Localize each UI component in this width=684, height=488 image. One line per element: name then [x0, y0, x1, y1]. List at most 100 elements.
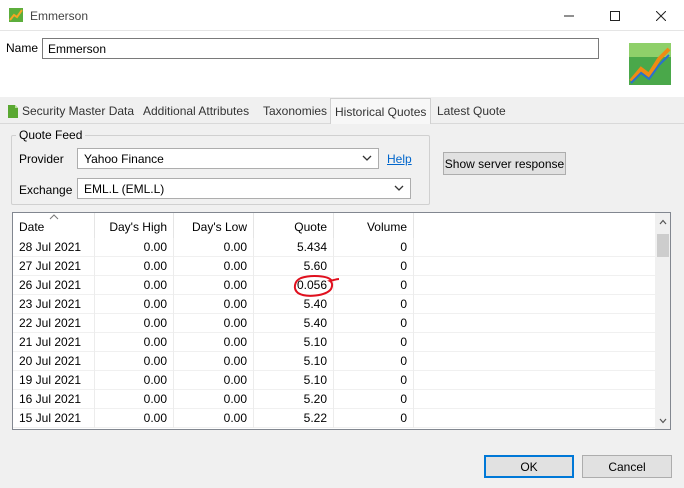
cell-date: 27 Jul 2021: [13, 257, 95, 276]
column-header-label: Date: [19, 220, 45, 234]
cell-days-high: 0.00: [95, 333, 174, 352]
cell-days-low: 0.00: [174, 257, 254, 276]
cell-date: 28 Jul 2021: [13, 238, 95, 257]
cell-days-high: 0.00: [95, 371, 174, 390]
tab-security-master-data[interactable]: Security Master Data: [4, 98, 138, 124]
cell-volume: 0: [334, 295, 414, 314]
scroll-down-button[interactable]: [655, 412, 670, 429]
cell-date: 22 Jul 2021: [13, 314, 95, 333]
chart-app-icon: [9, 8, 23, 22]
table-header: Date Day's High Day's Low Quote Volume: [13, 213, 655, 238]
scrollbar-thumb[interactable]: [657, 234, 669, 257]
cell-filler: [414, 295, 655, 314]
tab-label: Historical Quotes: [335, 105, 427, 119]
cell-volume: 0: [334, 333, 414, 352]
cell-days-high: 0.00: [95, 390, 174, 409]
cell-quote: 5.10: [254, 371, 334, 390]
scroll-up-button[interactable]: [655, 213, 670, 230]
help-link[interactable]: Help: [387, 152, 412, 166]
ok-button[interactable]: OK: [484, 455, 574, 478]
chevron-down-icon: [659, 418, 667, 423]
cell-filler: [414, 390, 655, 409]
tab-historical-quotes[interactable]: Historical Quotes: [330, 98, 432, 124]
column-header-date[interactable]: Date: [13, 213, 95, 238]
cell-date: 19 Jul 2021: [13, 371, 95, 390]
title-bar: Emmerson: [0, 0, 684, 31]
table-row[interactable]: 20 Jul 2021 0.00 0.00 5.10 0: [13, 352, 655, 371]
cell-days-low: 0.00: [174, 276, 254, 295]
close-button[interactable]: [638, 0, 684, 31]
cell-volume: 0: [334, 257, 414, 276]
cell-quote: 5.10: [254, 352, 334, 371]
table-row[interactable]: 26 Jul 2021 0.00 0.00 0.056 0: [13, 276, 655, 295]
cell-days-high: 0.00: [95, 276, 174, 295]
cell-days-high: 0.00: [95, 409, 174, 428]
provider-select[interactable]: Yahoo Finance: [77, 148, 379, 169]
cancel-button[interactable]: Cancel: [582, 455, 672, 478]
column-header-filler: [414, 213, 655, 238]
cell-days-low: 0.00: [174, 238, 254, 257]
table-row[interactable]: 22 Jul 2021 0.00 0.00 5.40 0: [13, 314, 655, 333]
table-row[interactable]: 15 Jul 2021 0.00 0.00 5.22 0: [13, 409, 655, 428]
table-row[interactable]: 19 Jul 2021 0.00 0.00 5.10 0: [13, 371, 655, 390]
cell-filler: [414, 314, 655, 333]
cell-volume: 0: [334, 371, 414, 390]
table-row[interactable]: 27 Jul 2021 0.00 0.00 5.60 0: [13, 257, 655, 276]
tab-latest-quote[interactable]: Latest Quote: [433, 98, 510, 124]
cell-days-low: 0.00: [174, 333, 254, 352]
name-label: Name: [6, 41, 39, 55]
table-row[interactable]: 28 Jul 2021 0.00 0.00 5.434 0: [13, 238, 655, 257]
chart-logo-icon: [627, 41, 673, 87]
vertical-scrollbar[interactable]: [655, 213, 670, 429]
quote-feed-legend: Quote Feed: [16, 128, 86, 142]
cell-days-high: 0.00: [95, 352, 174, 371]
show-server-response-button[interactable]: Show server response: [443, 152, 566, 175]
exchange-value: EML.L (EML.L): [84, 182, 165, 196]
table-row[interactable]: 23 Jul 2021 0.00 0.00 5.40 0: [13, 295, 655, 314]
cell-quote: 5.434: [254, 238, 334, 257]
minimize-button[interactable]: [546, 0, 592, 31]
column-header-days-high[interactable]: Day's High: [95, 213, 174, 238]
tab-label: Additional Attributes: [143, 104, 250, 118]
cell-quote: 0.056: [254, 276, 334, 295]
cell-days-low: 0.00: [174, 371, 254, 390]
cell-quote: 5.20: [254, 390, 334, 409]
tab-label: Taxonomies: [263, 104, 328, 118]
cell-filler: [414, 409, 655, 428]
column-header-days-low[interactable]: Day's Low: [174, 213, 254, 238]
sort-ascending-icon: [49, 214, 59, 220]
close-icon: [656, 10, 666, 21]
exchange-select[interactable]: EML.L (EML.L): [77, 178, 411, 199]
chevron-down-icon: [394, 185, 404, 191]
cell-date: 26 Jul 2021: [13, 276, 95, 295]
cell-volume: 0: [334, 314, 414, 333]
column-header-volume[interactable]: Volume: [334, 213, 414, 238]
historical-quotes-table[interactable]: Date Day's High Day's Low Quote Volume 2…: [12, 212, 671, 430]
cell-filler: [414, 238, 655, 257]
maximize-button[interactable]: [592, 0, 638, 31]
cell-filler: [414, 371, 655, 390]
cell-days-low: 0.00: [174, 352, 254, 371]
chevron-up-icon: [659, 219, 667, 224]
cell-days-low: 0.00: [174, 390, 254, 409]
name-input[interactable]: [42, 38, 599, 59]
tab-additional-attributes[interactable]: Additional Attributes: [139, 98, 253, 124]
table-row[interactable]: 16 Jul 2021 0.00 0.00 5.20 0: [13, 390, 655, 409]
cell-filler: [414, 352, 655, 371]
cell-quote: 5.40: [254, 295, 334, 314]
cell-quote: 5.60: [254, 257, 334, 276]
cell-date: 20 Jul 2021: [13, 352, 95, 371]
cell-date: 21 Jul 2021: [13, 333, 95, 352]
provider-label: Provider: [19, 152, 64, 166]
window-title: Emmerson: [30, 9, 89, 23]
column-header-quote[interactable]: Quote: [254, 213, 334, 238]
exchange-label: Exchange: [19, 183, 73, 197]
table-row[interactable]: 21 Jul 2021 0.00 0.00 5.10 0: [13, 333, 655, 352]
provider-value: Yahoo Finance: [84, 152, 164, 166]
tab-taxonomies[interactable]: Taxonomies: [259, 98, 331, 124]
document-icon: [8, 105, 18, 119]
chevron-down-icon: [362, 155, 372, 161]
cell-filler: [414, 276, 655, 295]
cell-date: 23 Jul 2021: [13, 295, 95, 314]
maximize-icon: [610, 10, 620, 21]
